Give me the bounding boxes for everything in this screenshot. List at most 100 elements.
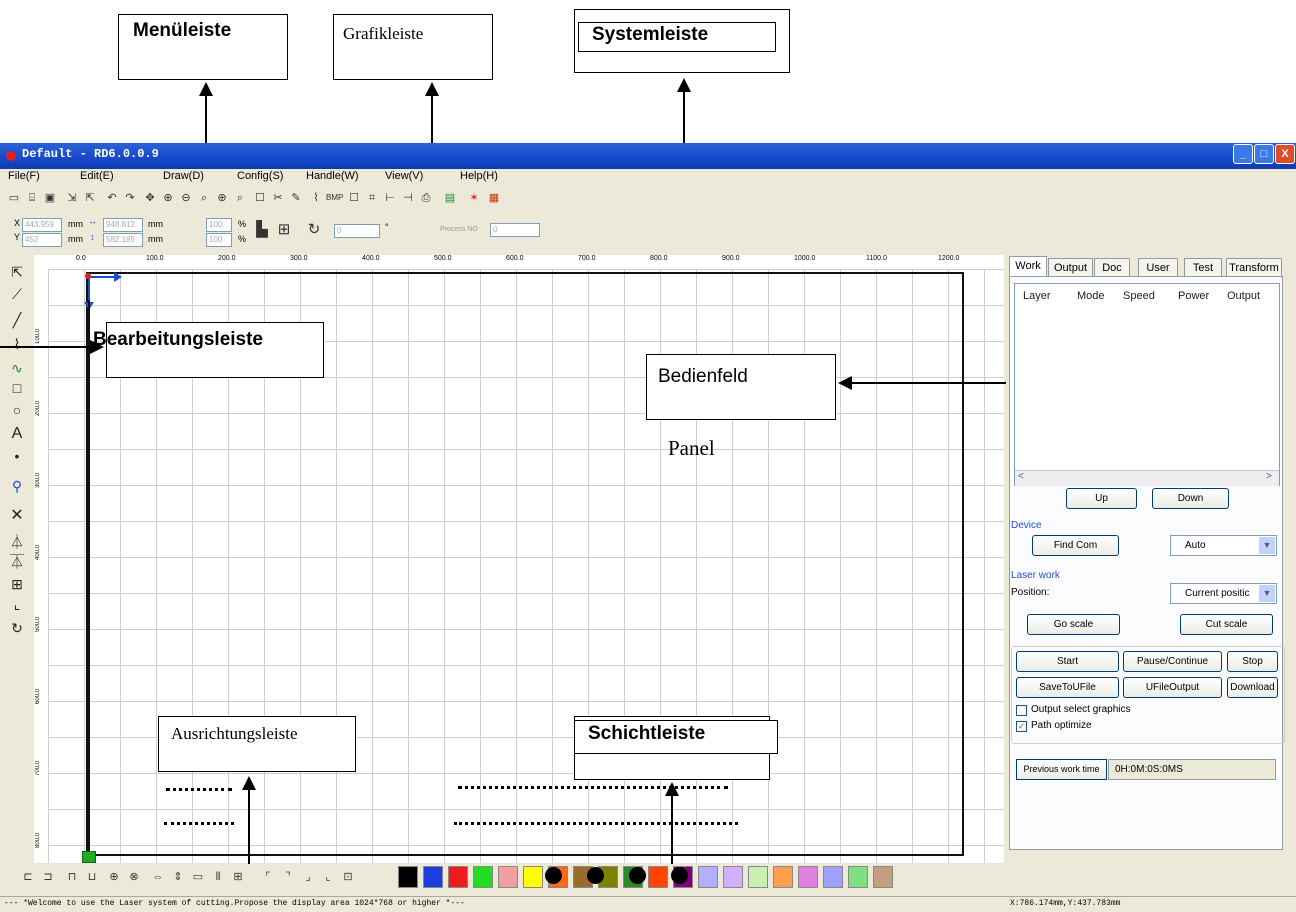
find-com-button[interactable]: Find Com: [1032, 535, 1119, 556]
align-center-h-icon[interactable]: ⊕: [106, 869, 122, 885]
layer-color-swatch[interactable]: [398, 866, 418, 888]
square-icon[interactable]: ☐: [346, 190, 362, 206]
layer-color-swatch[interactable]: [823, 866, 843, 888]
set-origin-icon[interactable]: ⌞: [9, 596, 25, 612]
line-icon[interactable]: ╱: [9, 312, 25, 328]
zoom-page-icon[interactable]: ⌕: [196, 190, 212, 206]
layer-color-swatch[interactable]: [748, 866, 768, 888]
tab-doc[interactable]: Doc: [1094, 258, 1130, 276]
corner-bl-icon[interactable]: ⌞: [320, 869, 336, 885]
select-icon[interactable]: ⇱: [9, 264, 25, 280]
zoom-select-icon[interactable]: ⊕: [214, 190, 230, 206]
pause-continue-button[interactable]: Pause/Continue: [1123, 651, 1222, 672]
zoom-in-icon[interactable]: ⊕: [160, 190, 176, 206]
sparkle-icon[interactable]: ✶: [466, 190, 482, 206]
save-icon[interactable]: ▣: [42, 190, 58, 206]
menu-edit[interactable]: Edit(E): [80, 170, 114, 182]
center-page-icon[interactable]: ⊡: [340, 869, 356, 885]
polyline-icon[interactable]: ⌇: [9, 336, 25, 352]
save-to-ufile-button[interactable]: SaveToUFile: [1016, 677, 1119, 698]
tab-output[interactable]: Output: [1048, 258, 1093, 276]
export-icon[interactable]: ⇱: [82, 190, 98, 206]
open-file-icon[interactable]: ⌸: [24, 190, 40, 206]
column-speed[interactable]: Speed: [1123, 290, 1155, 302]
layer-color-swatch[interactable]: [773, 866, 793, 888]
layer-list-hscrollbar[interactable]: [1015, 470, 1279, 486]
chevron-down-icon[interactable]: ▼: [1259, 585, 1275, 602]
close-button[interactable]: X: [1275, 144, 1295, 164]
menu-view[interactable]: View(V): [385, 170, 423, 182]
layer-list[interactable]: [1014, 283, 1280, 486]
move-icon[interactable]: ✥: [142, 190, 158, 206]
rotate-icon[interactable]: ↻: [9, 620, 25, 636]
minimize-button[interactable]: _: [1233, 144, 1253, 164]
y-field[interactable]: 452: [22, 233, 62, 247]
stop-button[interactable]: Stop: [1227, 651, 1278, 672]
menu-config[interactable]: Config(S): [237, 170, 283, 182]
align-left-icon[interactable]: ⊏: [20, 869, 36, 885]
align-center-v-icon[interactable]: ⊗: [126, 869, 142, 885]
text-icon[interactable]: A: [9, 426, 25, 442]
mirror-h-icon[interactable]: ⏃: [9, 534, 25, 550]
print-icon[interactable]: ⎙: [418, 190, 434, 206]
layer-color-swatch[interactable]: [698, 866, 718, 888]
maximize-button[interactable]: □: [1254, 144, 1274, 164]
zoom-all-icon[interactable]: ⌕: [232, 190, 248, 206]
rotate-field[interactable]: 0: [334, 224, 380, 238]
layer-color-swatch[interactable]: [848, 866, 868, 888]
process-field[interactable]: 0: [490, 223, 540, 237]
distribute-v-icon[interactable]: ⊞: [230, 869, 246, 885]
width-field[interactable]: 948.812: [103, 218, 143, 232]
position-combo[interactable]: Current positic ▼: [1170, 583, 1277, 604]
layer-down-button[interactable]: Down: [1152, 488, 1229, 509]
layer-color-swatch[interactable]: [648, 866, 668, 888]
layer-color-swatch[interactable]: [498, 866, 518, 888]
layer-color-swatch[interactable]: [723, 866, 743, 888]
import-icon[interactable]: ⇲: [64, 190, 80, 206]
rotate-tool-icon[interactable]: ↻: [306, 222, 322, 238]
same-size-icon[interactable]: ▭: [190, 869, 206, 885]
scale-w-field[interactable]: 100: [206, 218, 232, 232]
corner-tr-icon[interactable]: ⌝: [280, 869, 296, 885]
column-mode[interactable]: Mode: [1077, 290, 1105, 302]
scroll-right-icon[interactable]: >: [1266, 471, 1272, 482]
layer-color-swatch[interactable]: [473, 866, 493, 888]
zoom-out-icon[interactable]: ⊖: [178, 190, 194, 206]
x-field[interactable]: 443.959: [22, 218, 62, 232]
ellipse-icon[interactable]: ○: [9, 402, 25, 418]
layer-color-swatch[interactable]: [448, 866, 468, 888]
layer-color-swatch[interactable]: [798, 866, 818, 888]
download-button[interactable]: Download: [1227, 677, 1278, 698]
cut-scale-button[interactable]: Cut scale: [1180, 614, 1273, 635]
chevron-down-icon[interactable]: ▼: [1259, 537, 1275, 554]
path-icon[interactable]: ⌇: [308, 190, 324, 206]
align-right-icon[interactable]: ⊐: [40, 869, 56, 885]
bmp-icon[interactable]: BMP: [326, 190, 343, 206]
align-bottom-icon[interactable]: ⊔: [84, 869, 100, 885]
pen-icon[interactable]: ✎: [288, 190, 304, 206]
same-height-icon[interactable]: ⇕: [170, 869, 186, 885]
output-select-checkbox[interactable]: [1016, 705, 1027, 716]
frame-icon[interactable]: ☐: [252, 190, 268, 206]
space-h-icon[interactable]: ⊢: [382, 190, 398, 206]
bitmap-icon[interactable]: ⚲: [9, 478, 25, 494]
redo-icon[interactable]: ↷: [122, 190, 138, 206]
corner-handle[interactable]: [82, 851, 96, 863]
monitor-icon[interactable]: ▤: [442, 190, 458, 206]
layer-up-button[interactable]: Up: [1066, 488, 1137, 509]
new-file-icon[interactable]: ▭: [6, 190, 22, 206]
scroll-left-icon[interactable]: <: [1018, 471, 1024, 482]
start-button[interactable]: Start: [1016, 651, 1119, 672]
layer-color-swatch[interactable]: [523, 866, 543, 888]
array-icon[interactable]: ⊞: [9, 576, 25, 592]
menu-help[interactable]: Help(H): [460, 170, 498, 182]
tab-user[interactable]: User: [1138, 258, 1178, 276]
curve-icon[interactable]: ∿: [9, 360, 25, 376]
cut-icon[interactable]: ✂: [270, 190, 286, 206]
path-optimize-checkbox[interactable]: ✓: [1016, 721, 1027, 732]
previous-work-time-button[interactable]: Previous work time: [1016, 759, 1107, 780]
layer-color-swatch[interactable]: [423, 866, 443, 888]
height-field[interactable]: 582.185: [103, 233, 143, 247]
distribute-h-icon[interactable]: ⫴: [210, 869, 226, 885]
corner-br-icon[interactable]: ⌟: [300, 869, 316, 885]
